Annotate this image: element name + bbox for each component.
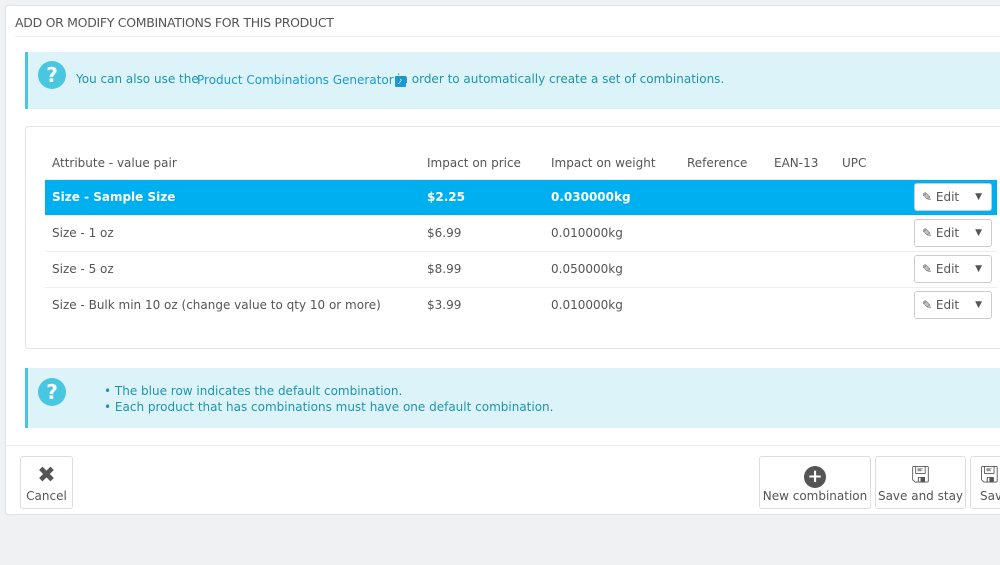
divider — [15, 36, 1000, 37]
cancel-label: Cancel — [26, 489, 67, 503]
edit-button[interactable]: ✎ Edit ▼ — [914, 255, 992, 283]
actions-cell: ✎ Edit ▼ — [907, 178, 997, 215]
actions-cell: ✎ Edit ▼ — [907, 286, 997, 323]
caret-down-icon[interactable]: ▼ — [975, 192, 982, 202]
info-prefix: You can also use the — [76, 72, 199, 86]
edit-button[interactable]: ✎ Edit ▼ — [914, 291, 992, 320]
combinations-generator-link[interactable]: Product Combinations Generator ↗ — [197, 73, 406, 87]
pencil-icon: ✎ — [922, 298, 933, 313]
help-text: Each product that has combinations must … — [114, 400, 554, 414]
floppy-disk-icon: 🖫 — [911, 463, 930, 488]
edit-label: Edit — [935, 298, 960, 313]
save-label: Save — [980, 489, 1000, 503]
actions-cell: ✎ Edit ▼ — [907, 250, 997, 287]
save-and-stay-label: Save and stay — [877, 489, 964, 503]
ean13-cell — [767, 178, 835, 215]
close-icon: ✖ — [37, 463, 56, 488]
edit-button[interactable]: ✎ Edit ▼ — [914, 219, 992, 247]
col-upc: UPC — [842, 155, 867, 170]
weight-cell: 0.030000kg — [544, 178, 680, 215]
edit-label: Edit — [935, 226, 960, 240]
new-combination-label: New combination — [762, 489, 868, 503]
upc-cell — [835, 178, 907, 215]
attribute-cell: Size - 5 oz — [45, 250, 420, 287]
pencil-icon: ✎ — [922, 226, 933, 240]
edit-label: Edit — [935, 190, 960, 204]
col-price: Impact on price — [427, 155, 521, 170]
link-label: Product Combinations Generator — [197, 73, 394, 87]
price-cell: $6.99 — [420, 214, 544, 251]
price-cell: $3.99 — [420, 286, 544, 323]
reference-cell — [680, 250, 767, 287]
table-row[interactable]: Size - 5 oz $8.99 0.050000kg ✎ Edit ▼ — [45, 250, 997, 287]
pencil-icon: ✎ — [922, 190, 933, 204]
upc-cell — [835, 214, 907, 251]
floppy-disk-icon: 🖫 — [980, 463, 999, 488]
table-row[interactable]: Size - Bulk min 10 oz (change value to q… — [45, 286, 997, 323]
reference-cell — [680, 214, 767, 251]
attribute-cell: Size - 1 oz — [45, 214, 420, 251]
actions-cell: ✎ Edit ▼ — [907, 214, 997, 251]
help-alert: ? • The blue row indicates the default c… — [25, 368, 1000, 428]
caret-down-icon[interactable]: ▼ — [975, 300, 982, 310]
edit-button[interactable]: ✎ Edit ▼ — [914, 183, 992, 211]
save-button[interactable]: 🖫 Save — [970, 456, 1000, 509]
col-weight: Impact on weight — [551, 155, 656, 170]
attribute-cell: Size - Bulk min 10 oz (change value to q… — [45, 286, 420, 323]
info-alert: ? You can also use the Product Combinati… — [25, 52, 1000, 109]
cancel-button[interactable]: ✖ Cancel — [20, 456, 73, 509]
price-cell: $2.25 — [420, 178, 544, 215]
pencil-icon: ✎ — [922, 262, 933, 276]
new-combination-button[interactable]: + New combination — [759, 456, 871, 509]
help-text: The blue row indicates the default combi… — [114, 384, 403, 398]
reference-cell — [680, 178, 767, 215]
combinations-panel: ADD OR MODIFY COMBINATIONS FOR THIS PROD… — [5, 5, 1000, 515]
divider — [6, 445, 1000, 446]
combinations-table-box: Attribute - value pair Impact on price I… — [25, 126, 1000, 349]
ean13-cell — [767, 286, 835, 323]
edit-label: Edit — [935, 262, 960, 276]
table-row[interactable]: Size - Sample Size $2.25 0.030000kg ✎ Ed… — [45, 178, 997, 215]
weight-cell: 0.010000kg — [544, 214, 680, 251]
ean13-cell — [767, 250, 835, 287]
caret-down-icon[interactable]: ▼ — [975, 228, 982, 238]
price-cell: $8.99 — [420, 250, 544, 287]
col-reference: Reference — [687, 155, 748, 170]
upc-cell — [835, 250, 907, 287]
caret-down-icon[interactable]: ▼ — [975, 264, 982, 274]
help-item: • The blue row indicates the default com… — [104, 384, 403, 398]
weight-cell: 0.050000kg — [544, 250, 680, 287]
col-ean13: EAN-13 — [774, 155, 819, 170]
help-item: • Each product that has combinations mus… — [104, 400, 554, 414]
combinations-table: Attribute - value pair Impact on price I… — [45, 147, 997, 323]
attribute-cell: Size - Sample Size — [45, 178, 420, 215]
reference-cell — [680, 286, 767, 323]
help-icon: ? — [38, 61, 66, 89]
upc-cell — [835, 286, 907, 323]
panel-title: ADD OR MODIFY COMBINATIONS FOR THIS PROD… — [15, 15, 334, 30]
info-suffix: in order to automatically create a set o… — [397, 72, 725, 86]
plus-circle-icon: + — [760, 465, 870, 488]
save-and-stay-button[interactable]: 🖫 Save and stay — [875, 456, 966, 509]
ean13-cell — [767, 214, 835, 251]
help-icon: ? — [38, 378, 66, 406]
col-attribute: Attribute - value pair — [52, 155, 177, 170]
weight-cell: 0.010000kg — [544, 286, 680, 323]
table-row[interactable]: Size - 1 oz $6.99 0.010000kg ✎ Edit ▼ — [45, 214, 997, 251]
